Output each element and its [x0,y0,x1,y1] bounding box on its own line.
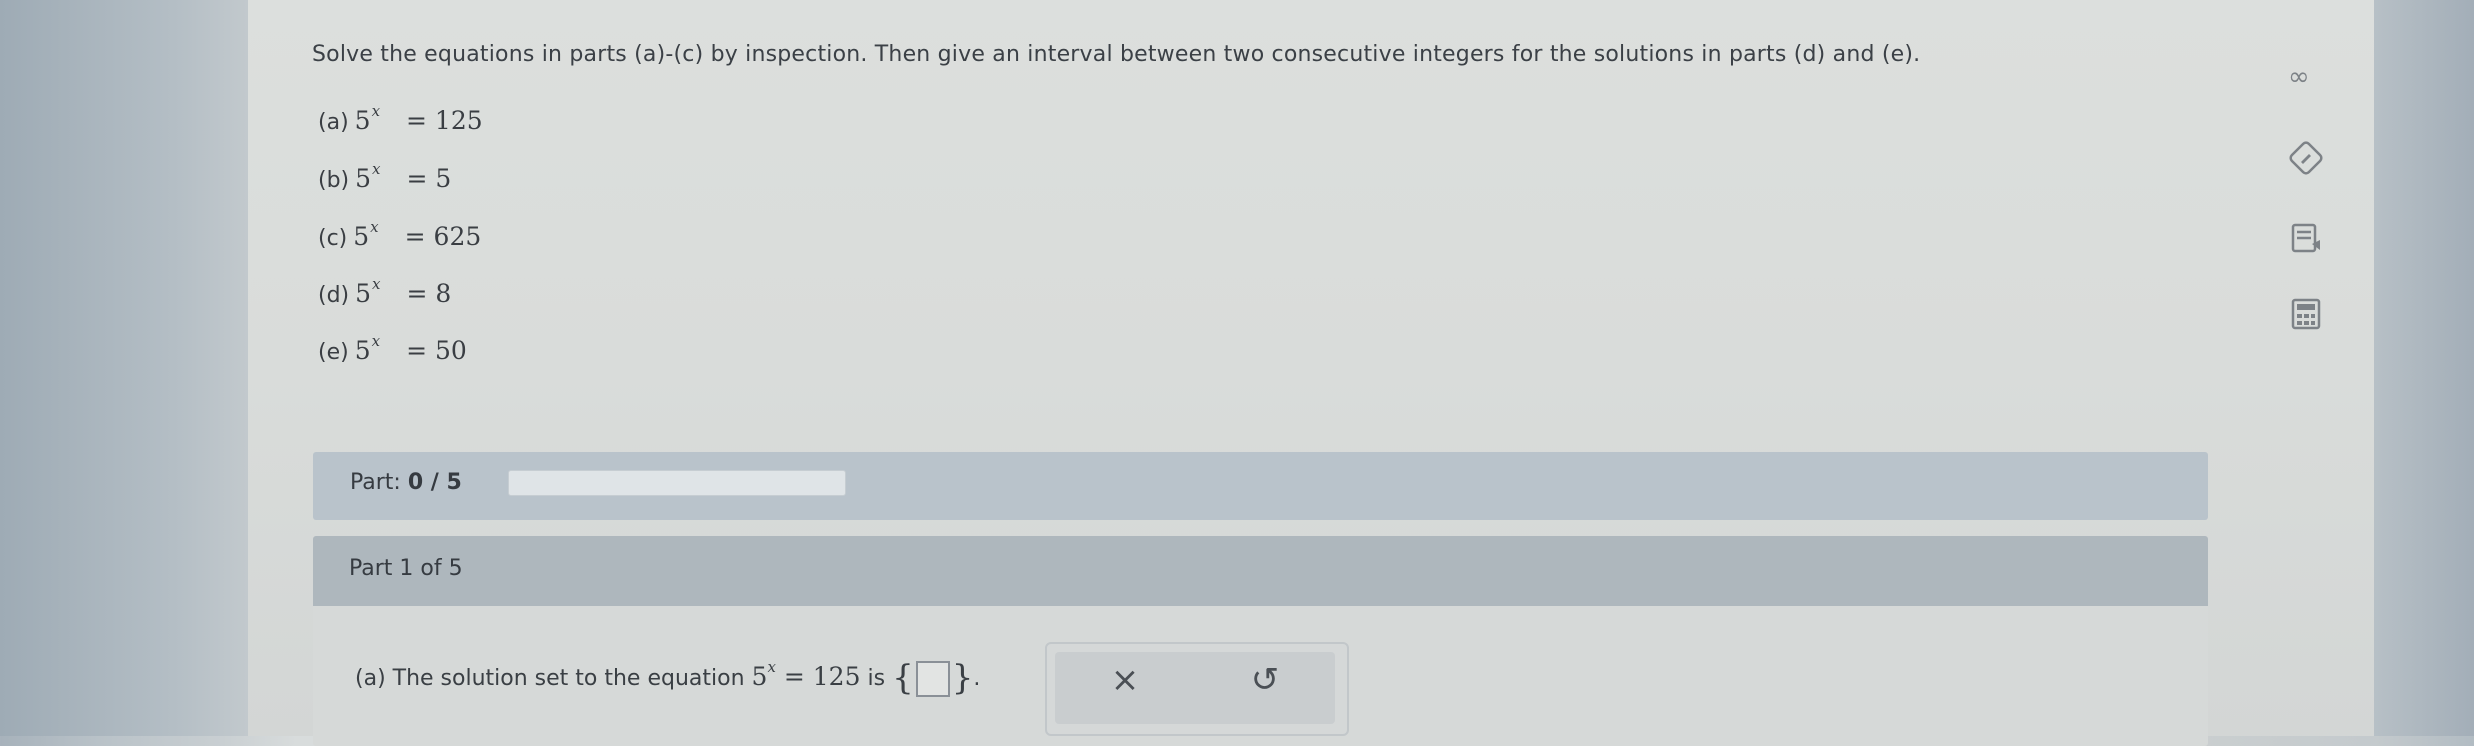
notes-icon[interactable] [2288,220,2324,264]
part-progress-label: Part: 0 / 5 [350,470,462,495]
undo-button[interactable]: ↺ [1235,660,1295,700]
pencil-icon[interactable] [2288,140,2324,184]
question-text: Solve the equations in parts (a)-(c) by … [312,42,1921,67]
part-title: Part 1 of 5 [349,556,463,581]
part-card-header [313,536,2208,606]
equation-d: (d) 5x = 8 [318,275,452,308]
calculator-icon[interactable] [2288,296,2324,340]
infinity-icon[interactable]: ∞ [2288,62,2310,92]
equation-c: (c) 5x = 625 [318,218,482,251]
clear-button[interactable]: × [1095,660,1155,700]
equation-b: (b) 5x = 5 [318,160,452,193]
right-bezel [2374,0,2474,736]
progress-track [508,470,846,496]
equation-e: (e) 5x = 50 [318,332,467,365]
answer-prompt: (a) The solution set to the equation 5x … [355,658,981,698]
left-bezel [0,0,248,736]
equation-a: (a) 5x = 125 [318,102,483,135]
answer-input-box[interactable] [915,661,950,697]
